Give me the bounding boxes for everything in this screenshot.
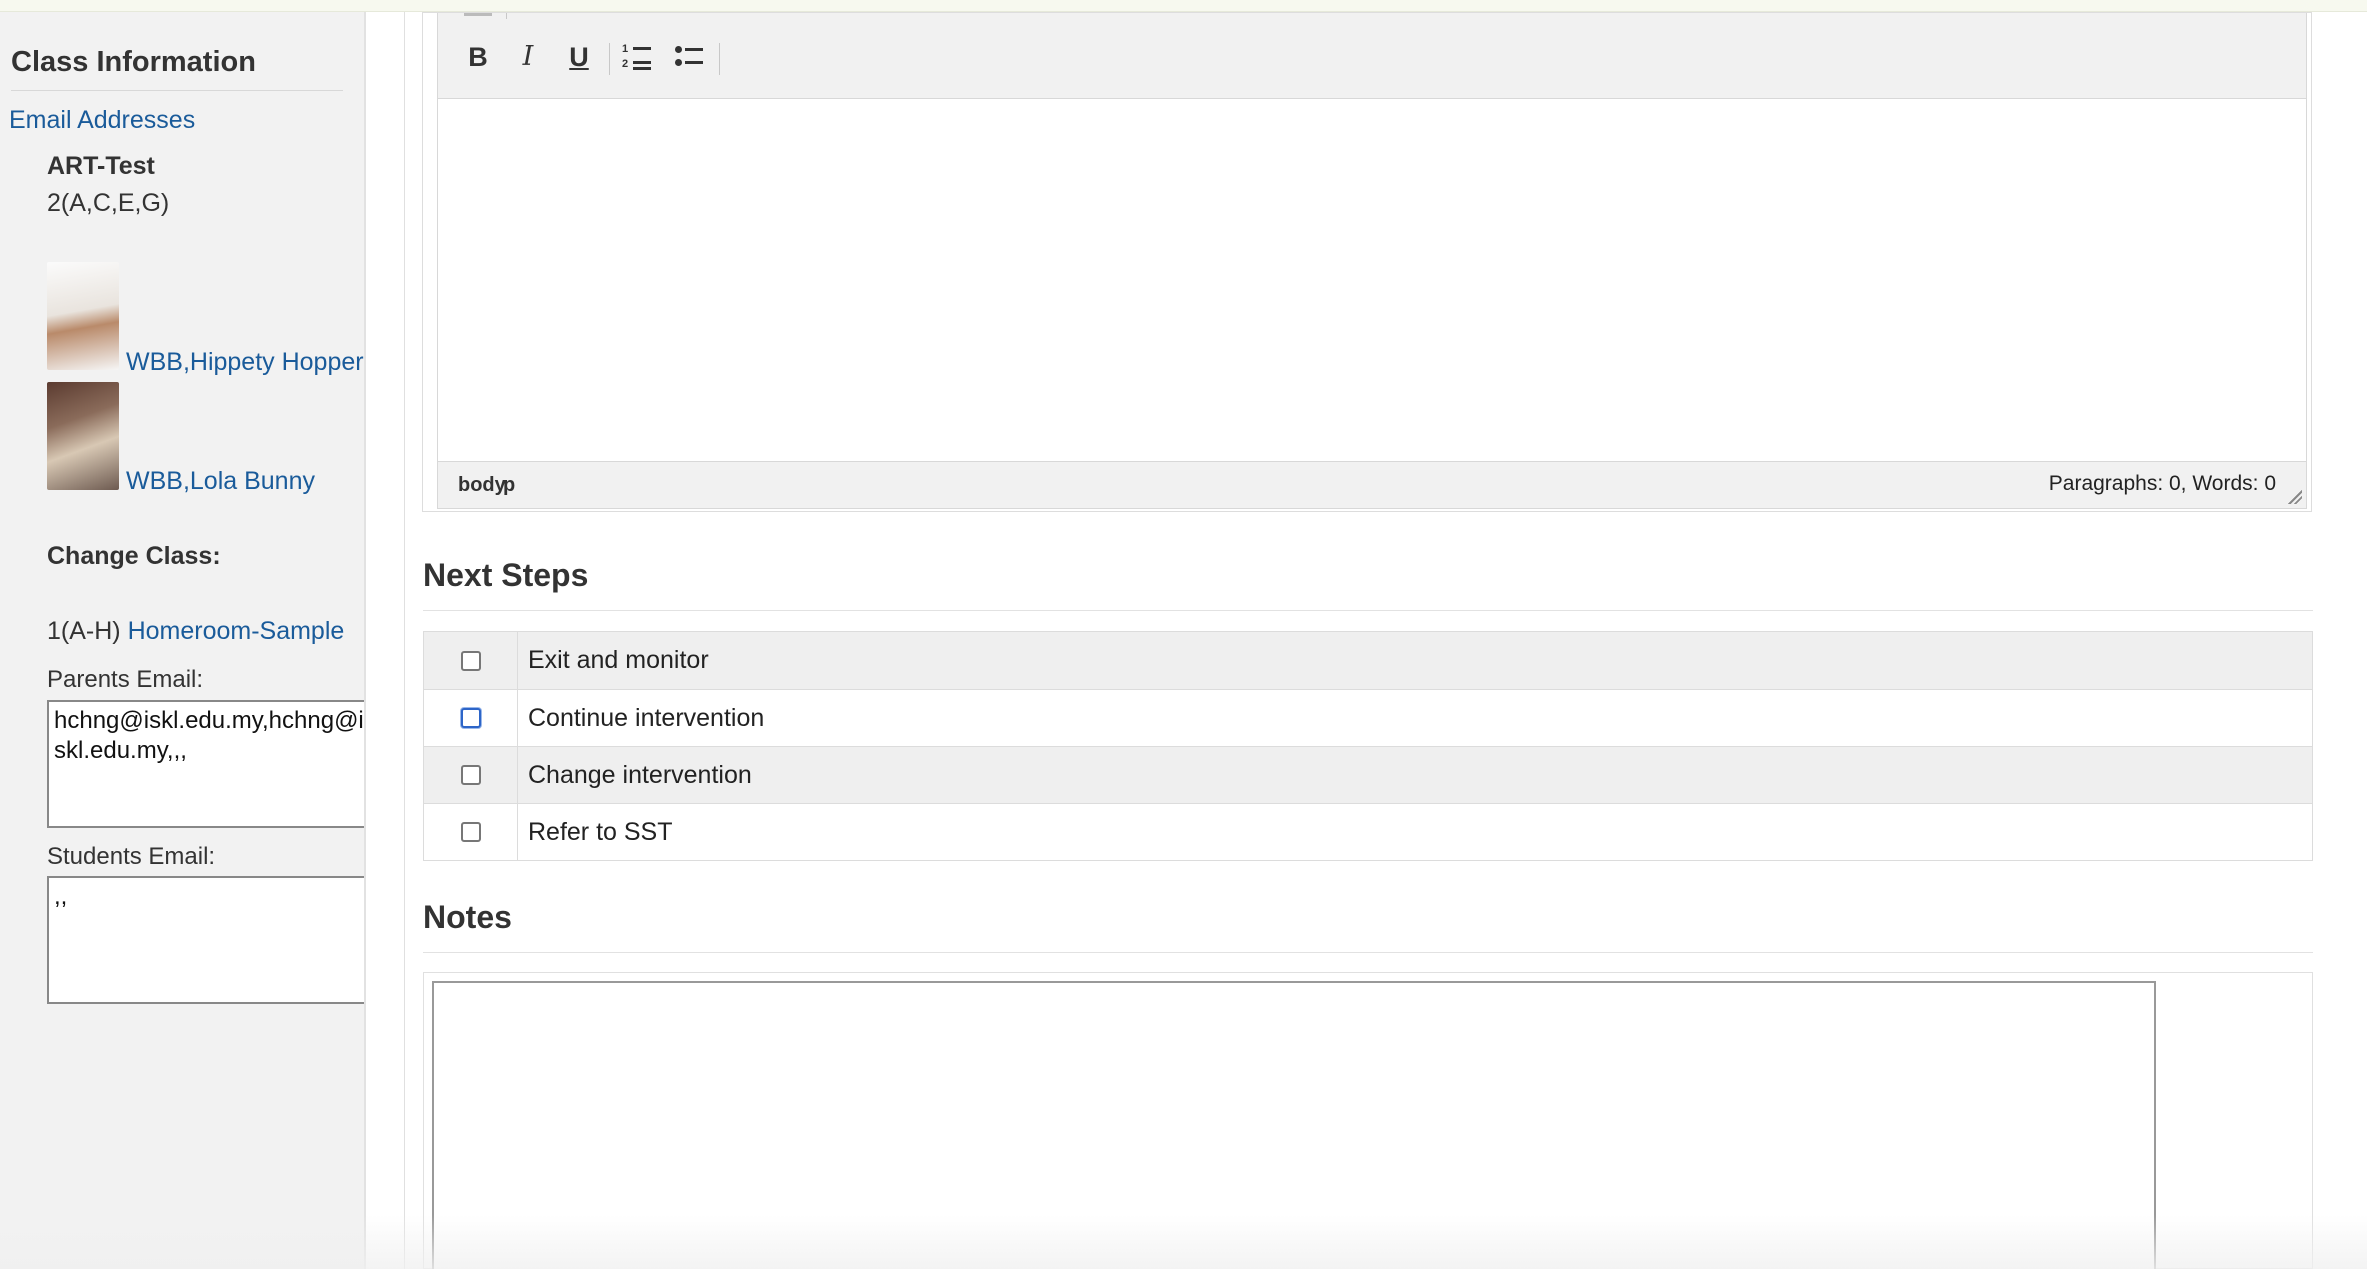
student-avatar-lola-bunny — [47, 382, 119, 490]
change-class-item: 1(A-H) Homeroom-Sample — [47, 617, 344, 646]
path-body[interactable]: body — [458, 474, 506, 497]
underline-button[interactable]: U — [561, 39, 597, 75]
page: Class Information Email Addresses ART-Te… — [0, 0, 2367, 1269]
students-email-label: Students Email: — [47, 843, 216, 870]
step-label: Change intervention — [528, 760, 752, 789]
table-row: Continue intervention — [424, 689, 2312, 746]
email-addresses-link[interactable]: Email Addresses — [9, 106, 195, 135]
step-label: Refer to SST — [528, 817, 673, 846]
step-label: Exit and monitor — [528, 646, 709, 674]
continue-intervention-checkbox[interactable] — [460, 708, 481, 728]
notes-divider — [423, 952, 2313, 953]
table-row: Change intervention — [424, 746, 2312, 803]
word-count: Paragraphs: 0, Words: 0 — [2048, 472, 2276, 495]
parents-email-label: Parents Email: — [47, 666, 204, 693]
notes-title: Notes — [423, 899, 512, 935]
editor-content-area[interactable] — [437, 99, 2307, 461]
resize-handle[interactable] — [2288, 490, 2302, 504]
student-link-lola-bunny[interactable]: WBB,Lola Bunny — [126, 467, 315, 496]
refer-to-sst-checkbox[interactable] — [460, 822, 481, 842]
student-link-hippety-hopper[interactable]: WBB,Hippety Hopper — [126, 348, 364, 377]
students-email-field[interactable]: ,, — [47, 876, 364, 1004]
other-class-period: 1(A-H) — [47, 617, 121, 645]
main-content: B I U 1 2 body p Paragraphs: 0, Words: 0… — [404, 12, 2367, 1269]
sidebar: Class Information Email Addresses ART-Te… — [0, 12, 366, 1269]
toolbar-overflow-mark — [464, 13, 492, 16]
table-row: Exit and monitor — [424, 632, 2312, 689]
sidebar-divider — [11, 90, 343, 91]
homeroom-sample-link[interactable]: Homeroom-Sample — [128, 617, 345, 645]
notes-textarea[interactable] — [432, 981, 2156, 1269]
table-row: Refer to SST — [424, 803, 2312, 860]
bullet-list-icon[interactable] — [674, 43, 704, 71]
class-code: ART-Test — [47, 152, 155, 180]
rich-text-editor: B I U 1 2 body p Paragraphs: 0, Words: 0 — [422, 12, 2312, 512]
numbered-list-icon[interactable]: 1 2 — [622, 43, 652, 71]
editor-statusbar: body p Paragraphs: 0, Words: 0 — [437, 461, 2307, 509]
next-steps-divider — [423, 610, 2313, 611]
next-steps-title: Next Steps — [423, 557, 589, 593]
class-period: 2(A,C,E,G) — [47, 189, 170, 217]
bold-button[interactable]: B — [460, 39, 496, 75]
student-avatar-hippety-hopper — [47, 262, 119, 370]
top-strip — [0, 0, 2367, 12]
exit-and-monitor-checkbox[interactable] — [460, 650, 481, 671]
step-label: Continue intervention — [528, 703, 765, 732]
toolbar-separator — [609, 43, 610, 75]
path-p[interactable]: p — [503, 474, 515, 497]
sidebar-title: Class Information — [11, 46, 256, 78]
editor-toolbar: B I U 1 2 — [437, 13, 2307, 99]
toolbar-separator — [719, 43, 720, 75]
next-steps-table: Exit and monitor Continue intervention C… — [423, 631, 2313, 861]
notes-container — [423, 972, 2313, 1269]
change-intervention-checkbox[interactable] — [460, 765, 481, 785]
parents-email-field[interactable]: hchng@iskl.edu.my,hchng@iskl.edu.my,,, — [47, 700, 364, 828]
italic-button[interactable]: I — [510, 39, 546, 75]
change-class-label: Change Class: — [47, 542, 221, 570]
toolbar-top-separator — [506, 13, 507, 19]
